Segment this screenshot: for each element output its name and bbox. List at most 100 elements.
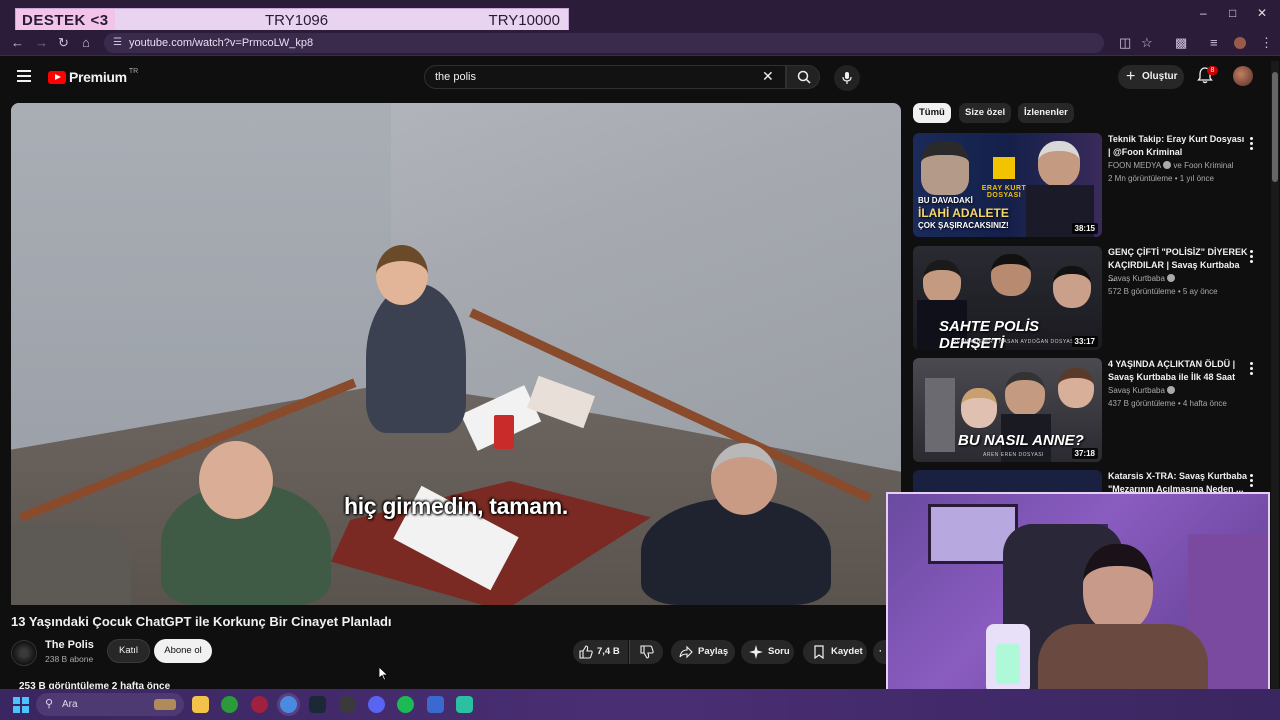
channel-name[interactable]: The Polis — [45, 639, 94, 651]
more-options-icon[interactable] — [1250, 362, 1253, 377]
recommendation-item[interactable]: SAHTE POLİS DEHŞETİ ŞEYMA DEMİR - HASAN … — [913, 246, 1273, 350]
close-window-icon[interactable]: ✕ — [1257, 6, 1267, 20]
video-frame-teen-head — [376, 245, 428, 305]
app-icon[interactable] — [456, 696, 473, 713]
more-options-icon[interactable] — [1250, 474, 1253, 489]
site-info-icon[interactable]: ☰ — [113, 33, 122, 53]
dislike-button[interactable] — [629, 640, 663, 664]
cast-icon[interactable]: ◫ — [1119, 35, 1131, 51]
file-explorer-icon[interactable] — [192, 696, 209, 713]
thumb-caption-line: BU DAVADAKİ — [918, 196, 973, 205]
stream-overlay-banner: DESTEK <3 TRY1096 TRY10000 — [15, 8, 569, 32]
reload-icon[interactable]: ↻ — [58, 35, 69, 51]
save-button[interactable]: Kaydet — [803, 640, 867, 664]
thumb-person — [1053, 266, 1091, 308]
back-icon[interactable]: ← — [11, 35, 24, 50]
bookmark-star-icon[interactable]: ☆ — [1141, 35, 1153, 51]
discord-icon[interactable] — [368, 696, 385, 713]
opera-icon[interactable] — [251, 696, 268, 713]
channel-name-text: Savaş Kurtbaba — [1108, 386, 1165, 395]
recommendation-title[interactable]: Teknik Takip: Eray Kurt Dosyası | @Foon … — [1108, 133, 1248, 159]
menu-kebab-icon[interactable]: ⋮ — [1260, 35, 1273, 51]
channel-name-text: FOON MEDYA — [1108, 161, 1162, 170]
chrome-icon[interactable] — [280, 696, 297, 713]
verified-icon — [1166, 386, 1175, 394]
recommendation-thumbnail[interactable]: SAHTE POLİS DEHŞETİ ŞEYMA DEMİR - HASAN … — [913, 246, 1102, 350]
create-label: Oluştur — [1142, 71, 1178, 82]
recommendation-channel[interactable]: FOON MEDYA ve Foon Kriminal — [1108, 161, 1233, 170]
obs-icon[interactable] — [339, 696, 356, 713]
recommendation-channel[interactable]: Savaş Kurtbaba — [1108, 386, 1175, 395]
address-bar[interactable]: ☰ youtube.com/watch?v=PrmcoLW_kp8 — [104, 33, 1104, 53]
channel-avatar[interactable] — [11, 640, 37, 666]
thumb-person — [1038, 141, 1080, 187]
recommendation-item[interactable]: Katarsis X-TRA: Savaş Kurtbaba "Mezarını… — [913, 470, 1273, 492]
recommendation-channel[interactable]: Savaş Kurtbaba — [1108, 274, 1175, 283]
filter-chip-for-you[interactable]: Size özel — [959, 103, 1012, 123]
search-input[interactable]: the polis — [424, 65, 786, 89]
ask-button[interactable]: Soru — [741, 640, 794, 664]
recommendation-thumbnail[interactable]: BU NASIL ANNE? AREN EREN DOSYASI 37:18 — [913, 358, 1102, 462]
minimize-icon[interactable]: – — [1200, 6, 1207, 20]
more-options-icon[interactable] — [1250, 250, 1253, 265]
bookmark-icon — [814, 645, 824, 659]
recommendation-meta: 2 Mn görüntüleme • 1 yıl önce — [1108, 174, 1214, 183]
search-button[interactable] — [786, 65, 820, 89]
thumbs-up-icon — [579, 645, 593, 659]
recommendation-meta: 572 B görüntüleme • 5 ay önce — [1108, 287, 1218, 296]
plus-icon: + — [1126, 68, 1136, 85]
video-duration: 33:17 — [1071, 336, 1098, 347]
ask-label: Soru — [768, 646, 790, 657]
more-dots-icon: · — [879, 646, 883, 657]
url-text: youtube.com/watch?v=PrmcoLW_kp8 — [129, 37, 314, 49]
steam-icon[interactable] — [309, 696, 326, 713]
menu-icon[interactable] — [17, 70, 31, 82]
search-icon — [797, 70, 811, 84]
create-button[interactable]: + Oluştur — [1118, 65, 1184, 89]
spotify-icon[interactable] — [397, 696, 414, 713]
thumb-badge-text: ERAY KURT DOSYASI — [981, 185, 1027, 199]
voice-search-button[interactable] — [834, 65, 860, 91]
channel-extra-text: ve Foon Kriminal — [1173, 161, 1234, 170]
account-avatar[interactable] — [1233, 66, 1253, 86]
xbox-icon[interactable] — [221, 696, 238, 713]
app-icon[interactable] — [427, 696, 444, 713]
extensions-icon[interactable]: ▩ — [1175, 35, 1187, 51]
webcam-overlay — [886, 492, 1270, 716]
recommendation-title[interactable]: 4 YAŞINDA AÇLIKTAN ÖLDÜ | Savaş Kurtbaba… — [1108, 358, 1248, 384]
browser-toolbar: ← → ↻ ⌂ ☰ youtube.com/watch?v=PrmcoLW_kp… — [0, 30, 1280, 56]
restore-icon[interactable]: □ — [1229, 6, 1236, 20]
thumb-badge-text: AREN EREN DOSYASI — [983, 452, 1044, 458]
more-options-icon[interactable] — [1250, 137, 1253, 152]
taskbar-search-placeholder: Ara — [62, 699, 78, 710]
filter-chip-watched[interactable]: İzlenenler — [1018, 103, 1074, 123]
video-player[interactable]: hiç girmedin, tamam. — [11, 103, 901, 605]
share-button[interactable]: Paylaş — [671, 640, 735, 664]
recommendation-thumbnail[interactable] — [913, 470, 1102, 492]
windows-start-icon[interactable] — [13, 697, 29, 713]
clear-search-icon[interactable]: ✕ — [762, 68, 774, 85]
video-subtitle: hiç girmedin, tamam. — [343, 493, 569, 519]
search-icon: ⚲ — [45, 698, 54, 710]
webcam-person-head — [1083, 544, 1153, 632]
profile-avatar[interactable] — [1234, 37, 1246, 49]
recommendation-item[interactable]: ERAY KURT DOSYASI BU DAVADAKİ İLAHİ ADAL… — [913, 133, 1273, 237]
more-actions-button[interactable]: · — [873, 640, 887, 664]
save-label: Kaydet — [831, 646, 863, 657]
home-icon[interactable]: ⌂ — [82, 35, 90, 50]
subscriber-count: 238 B abone — [45, 654, 94, 664]
join-button[interactable]: Katıl — [107, 639, 150, 663]
filter-chip-all[interactable]: Tümü — [913, 103, 951, 123]
recommendation-title[interactable]: Katarsis X-TRA: Savaş Kurtbaba "Mezarını… — [1108, 470, 1248, 492]
scrollbar-thumb[interactable] — [1272, 72, 1278, 182]
forward-icon[interactable]: → — [35, 35, 48, 50]
like-button[interactable]: 7,4 B — [573, 640, 628, 664]
taskbar-search[interactable]: ⚲ Ara — [36, 693, 184, 716]
youtube-logo[interactable]: Premium TR — [48, 68, 138, 85]
recommendation-item[interactable]: BU NASIL ANNE? AREN EREN DOSYASI 37:18 4… — [913, 358, 1273, 462]
subscribe-button[interactable]: Abone ol — [154, 639, 212, 663]
thumb-person — [1058, 368, 1094, 408]
video-duration: 37:18 — [1071, 448, 1098, 459]
recommendation-thumbnail[interactable]: ERAY KURT DOSYASI BU DAVADAKİ İLAHİ ADAL… — [913, 133, 1102, 237]
media-icon[interactable]: ≡ — [1210, 35, 1218, 50]
